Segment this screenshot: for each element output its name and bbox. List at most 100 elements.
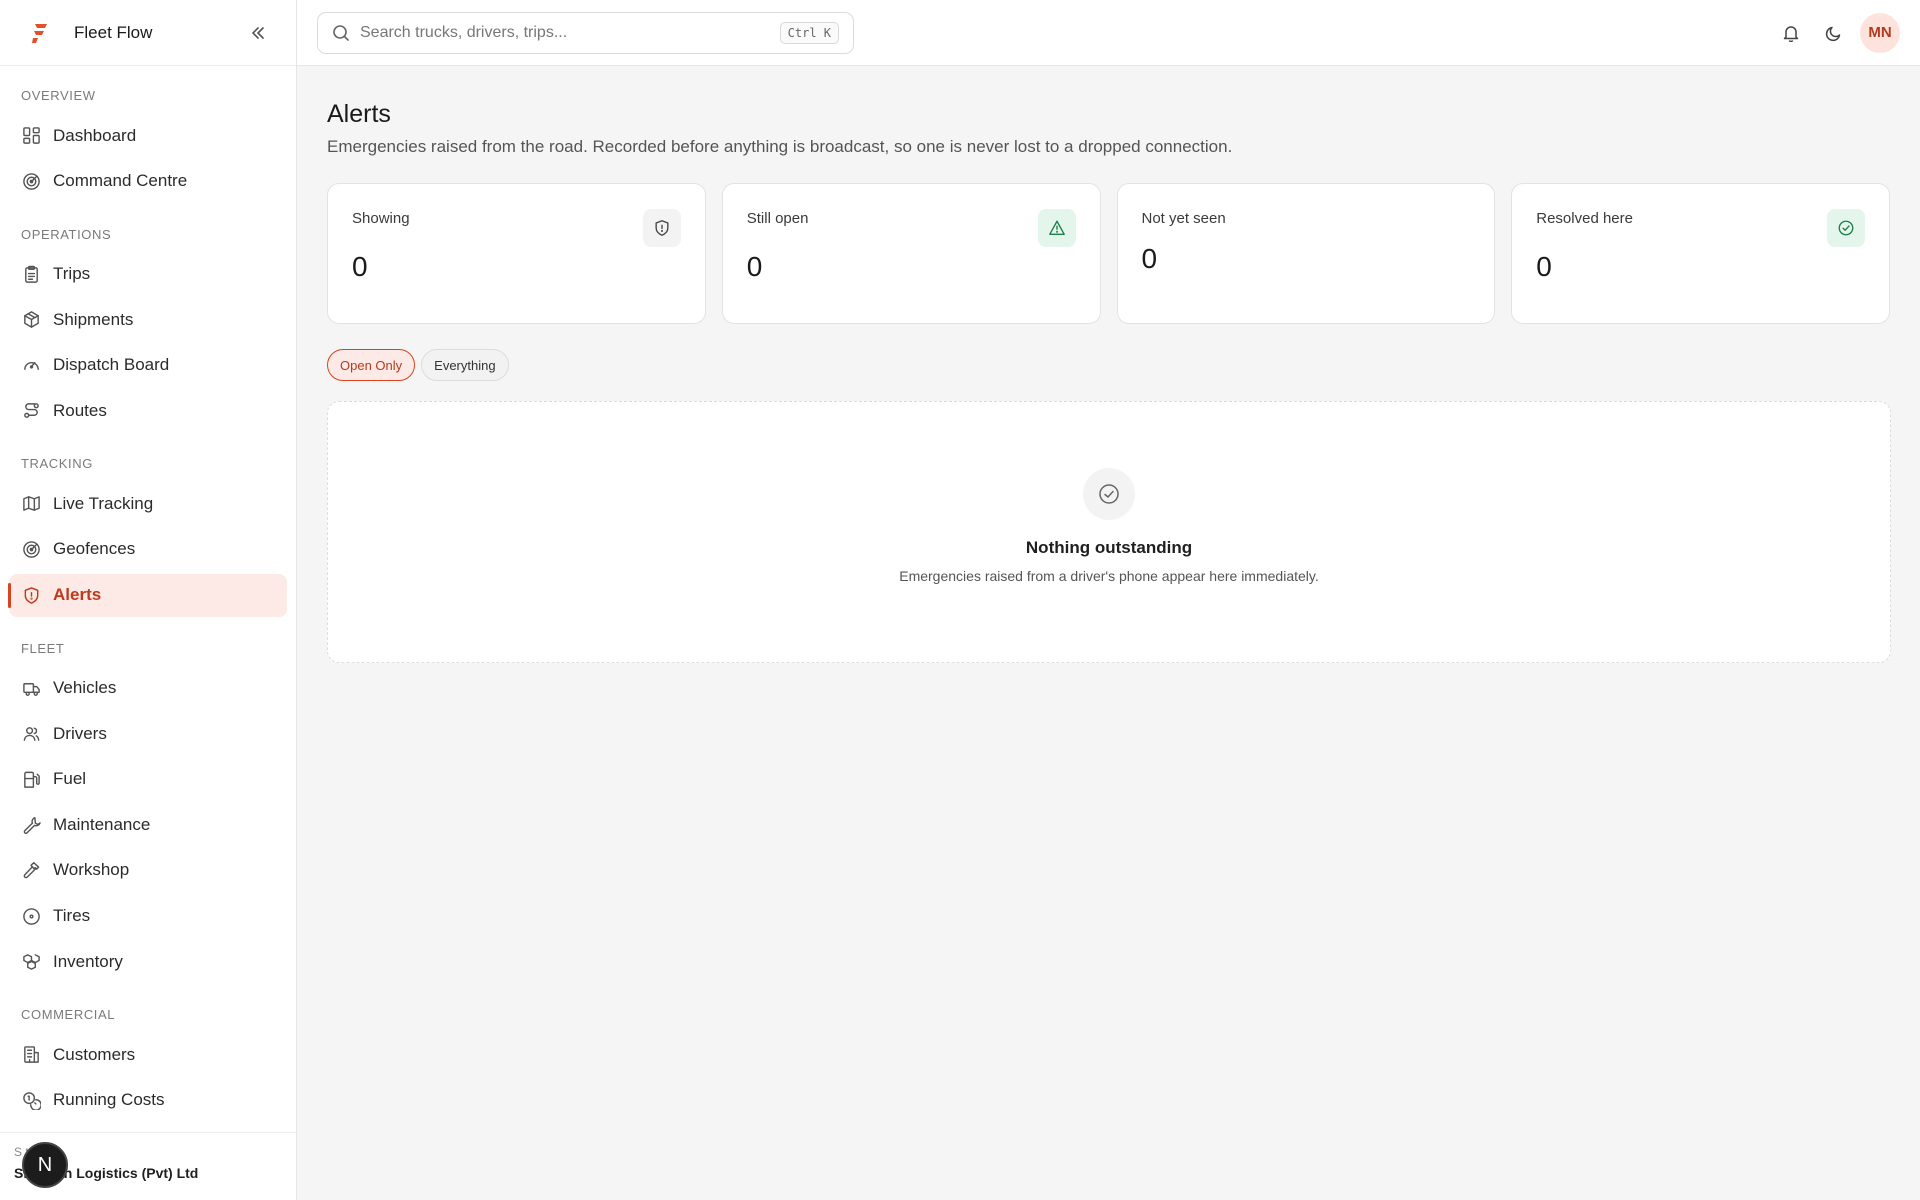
user-avatar[interactable]: MN: [1860, 12, 1900, 53]
sidebar-item-vehicles[interactable]: Vehicles: [9, 667, 287, 710]
sidebar-item-label: Command Centre: [53, 171, 188, 191]
stats-row: Showing 0 Still open 0 Not yet seen 0 Resol…: [327, 183, 1890, 324]
sidebar-item-customers[interactable]: Customers: [9, 1033, 287, 1076]
brand: Fleet Flow: [0, 0, 296, 66]
filter-chip-everything[interactable]: Everything: [421, 349, 509, 381]
sidebar-item-alerts[interactable]: Alerts: [8, 573, 287, 617]
sidebar-item-label: Workshop: [53, 860, 130, 880]
stat-value: 0: [1536, 251, 1552, 282]
sidebar-item-maintenance[interactable]: Maintenance: [9, 803, 287, 846]
hammer-icon: [21, 860, 41, 880]
sidebar-item-label: Geofences: [53, 539, 136, 559]
stat-label: Still open: [746, 210, 809, 227]
top-actions: MN: [1768, 12, 1900, 53]
workspace-switcher[interactable]: S to Shaheen Logistics (Pvt) Ltd N: [0, 1132, 296, 1200]
fleet-flow-logo-icon: [28, 21, 52, 45]
bell-icon: [1783, 25, 1799, 42]
sidebar-item-label: Customers: [53, 1044, 136, 1064]
sidebar: Fleet Flow OVERVIEW Dashboard Command Cent…: [0, 0, 297, 1200]
wrench-icon: [21, 815, 41, 835]
sidebar-item-dispatch-board[interactable]: Dispatch Board: [9, 344, 287, 387]
sidebar-item-workshop[interactable]: Workshop: [9, 849, 287, 892]
page-subtitle: Emergencies raised from the road. Record…: [327, 137, 1233, 156]
collapse-sidebar-button[interactable]: [244, 19, 272, 47]
sidebar-item-label: Dispatch Board: [53, 355, 170, 375]
sidebar-item-label: Alerts: [53, 585, 102, 605]
dashboard-icon: [21, 126, 41, 146]
search-box[interactable]: Ctrl K: [317, 11, 854, 54]
sidebar-item-tires[interactable]: Tires: [9, 895, 287, 938]
map-icon: [21, 494, 41, 514]
sidebar-item-label: Live Tracking: [53, 493, 154, 513]
stat-card-not-yet-seen: Not yet seen 0: [1116, 183, 1496, 324]
radar-icon: [21, 539, 41, 559]
sidebar-item-label: Running Costs: [53, 1090, 165, 1110]
filter-chip-open-only[interactable]: Open Only: [327, 349, 416, 381]
boxes-icon: [21, 952, 41, 972]
notifications-button[interactable]: [1771, 13, 1811, 53]
nav-section-tracking: TRACKING: [21, 456, 93, 472]
sidebar-item-shipments[interactable]: Shipments: [9, 298, 287, 341]
search-icon: [333, 24, 349, 41]
empty-state-description: Emergencies raised from a driver's phone…: [899, 568, 1319, 584]
moon-icon: [1825, 26, 1841, 41]
app-name: Fleet Flow: [74, 22, 153, 42]
sidebar-item-drivers[interactable]: Drivers: [9, 712, 287, 755]
check-circle-icon: [1083, 468, 1135, 520]
topbar: Ctrl K MN: [297, 0, 1920, 66]
sidebar-item-running-costs[interactable]: Running Costs: [9, 1079, 287, 1122]
radar-icon: [21, 171, 41, 191]
dev-tools-badge[interactable]: N: [22, 1142, 68, 1188]
nav-section-overview: OVERVIEW: [21, 88, 96, 103]
sidebar-item-fuel[interactable]: Fuel: [9, 758, 287, 801]
stat-label: Not yet seen: [1141, 210, 1226, 227]
fuel-icon: [21, 769, 41, 789]
users-icon: [21, 724, 41, 744]
stat-card-still-open: Still open 0: [721, 183, 1101, 324]
sidebar-item-live-tracking[interactable]: Live Tracking: [9, 482, 287, 525]
sidebar-item-label: Shipments: [53, 309, 134, 329]
sidebar-nav: OVERVIEW Dashboard Command Centre OPERATION…: [0, 66, 296, 1167]
sidebar-item-label: Dashboard: [53, 125, 137, 145]
sidebar-item-geofences[interactable]: Geofences: [9, 528, 287, 571]
app-root: Fleet Flow OVERVIEW Dashboard Command Cent…: [0, 0, 1920, 1200]
main-content: Alerts Emergencies raised from the road.…: [327, 66, 1891, 663]
search-input[interactable]: [360, 23, 780, 42]
theme-toggle-button[interactable]: [1814, 13, 1854, 53]
sidebar-item-label: Routes: [53, 400, 107, 420]
nav-section-fleet: FLEET: [21, 640, 65, 656]
shield-alert-icon: [21, 585, 41, 605]
empty-state: Nothing outstanding Emergencies raised f…: [327, 401, 1891, 663]
warning-triangle-icon: [1037, 209, 1076, 247]
stat-label: Showing: [352, 210, 410, 227]
sidebar-item-label: Fuel: [53, 769, 87, 789]
gauge-icon: [21, 355, 41, 375]
truck-icon: [21, 678, 41, 698]
sidebar-item-command-centre[interactable]: Command Centre: [9, 160, 287, 203]
check-circle-icon: [1827, 209, 1865, 247]
empty-state-title: Nothing outstanding: [1025, 538, 1193, 557]
sidebar-item-dashboard[interactable]: Dashboard: [9, 114, 287, 157]
sidebar-item-label: Inventory: [53, 951, 123, 971]
stat-card-showing: Showing 0: [327, 183, 706, 324]
package-icon: [21, 310, 41, 330]
filter-chips: Open Only Everything: [327, 349, 1890, 381]
building-icon: [21, 1045, 41, 1065]
nav-section-commercial: COMMERCIAL: [21, 1007, 116, 1023]
stat-label: Resolved here: [1536, 210, 1633, 227]
sidebar-item-routes[interactable]: Routes: [9, 389, 287, 432]
page-title: Alerts: [327, 100, 391, 128]
clipboard-icon: [21, 264, 41, 284]
chevrons-left-icon: [252, 26, 264, 39]
nav-section-operations: OPERATIONS: [21, 226, 112, 242]
sidebar-item-label: Maintenance: [53, 814, 151, 834]
sidebar-item-label: Tires: [53, 906, 91, 926]
sidebar-item-trips[interactable]: Trips: [9, 253, 287, 296]
sidebar-item-label: Vehicles: [53, 678, 117, 698]
stat-card-resolved-here: Resolved here 0: [1511, 183, 1890, 324]
stat-value: 0: [352, 251, 368, 282]
stat-value: 0: [746, 251, 763, 282]
route-icon: [21, 401, 41, 421]
sidebar-item-inventory[interactable]: Inventory: [9, 940, 287, 983]
shield-icon: [642, 209, 681, 247]
